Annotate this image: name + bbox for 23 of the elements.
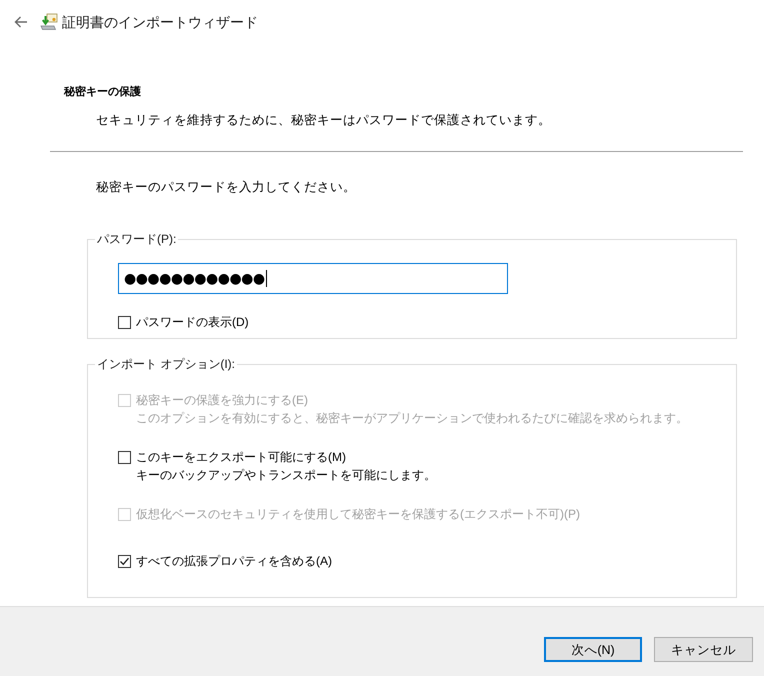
checkbox-label: 仮想化ベースのセキュリティを使用して秘密キーを保護する(エクスポート不可)(P) xyxy=(136,506,580,523)
section-subtitle: セキュリティを維持するために、秘密キーはパスワードで保護されています。 xyxy=(96,112,551,128)
certificate-icon xyxy=(40,13,58,31)
dialog-button[interactable]: キャンセル xyxy=(654,637,753,662)
password-field[interactable]: ●●●●●●●●●●●● xyxy=(118,263,508,294)
checkbox-label: このキーをエクスポート可能にする(M) xyxy=(136,449,346,466)
back-arrow-icon[interactable] xyxy=(14,16,28,28)
group-label: パスワード(P): xyxy=(96,231,178,247)
instruction-text: 秘密キーのパスワードを入力してください。 xyxy=(96,179,356,195)
checkbox-label: すべての拡張プロパティを含める(A) xyxy=(136,553,332,570)
password-value: ●●●●●●●●●●●● xyxy=(124,270,265,288)
checked-checkbox[interactable] xyxy=(118,555,131,568)
option-description: このオプションを有効にすると、秘密キーがアプリケーションで使われるたびに確認を求められます。 xyxy=(136,410,688,427)
section-title: 秘密キーの保護 xyxy=(64,85,141,99)
dialog-button[interactable]: 次へ(N) xyxy=(544,637,642,662)
text-cursor-icon xyxy=(266,270,267,287)
group-label: インポート オプション(I): xyxy=(96,356,236,372)
checkbox[interactable] xyxy=(118,316,131,328)
option-description: キーのバックアップやトランスポートを可能にします。 xyxy=(136,467,436,484)
checkbox[interactable] xyxy=(118,451,131,464)
checkbox-label: 秘密キーの保護を強力にする(E) xyxy=(136,392,308,409)
window-title: 証明書のインポートウィザード xyxy=(62,13,258,32)
checkbox-label: パスワードの表示(D) xyxy=(136,314,249,331)
